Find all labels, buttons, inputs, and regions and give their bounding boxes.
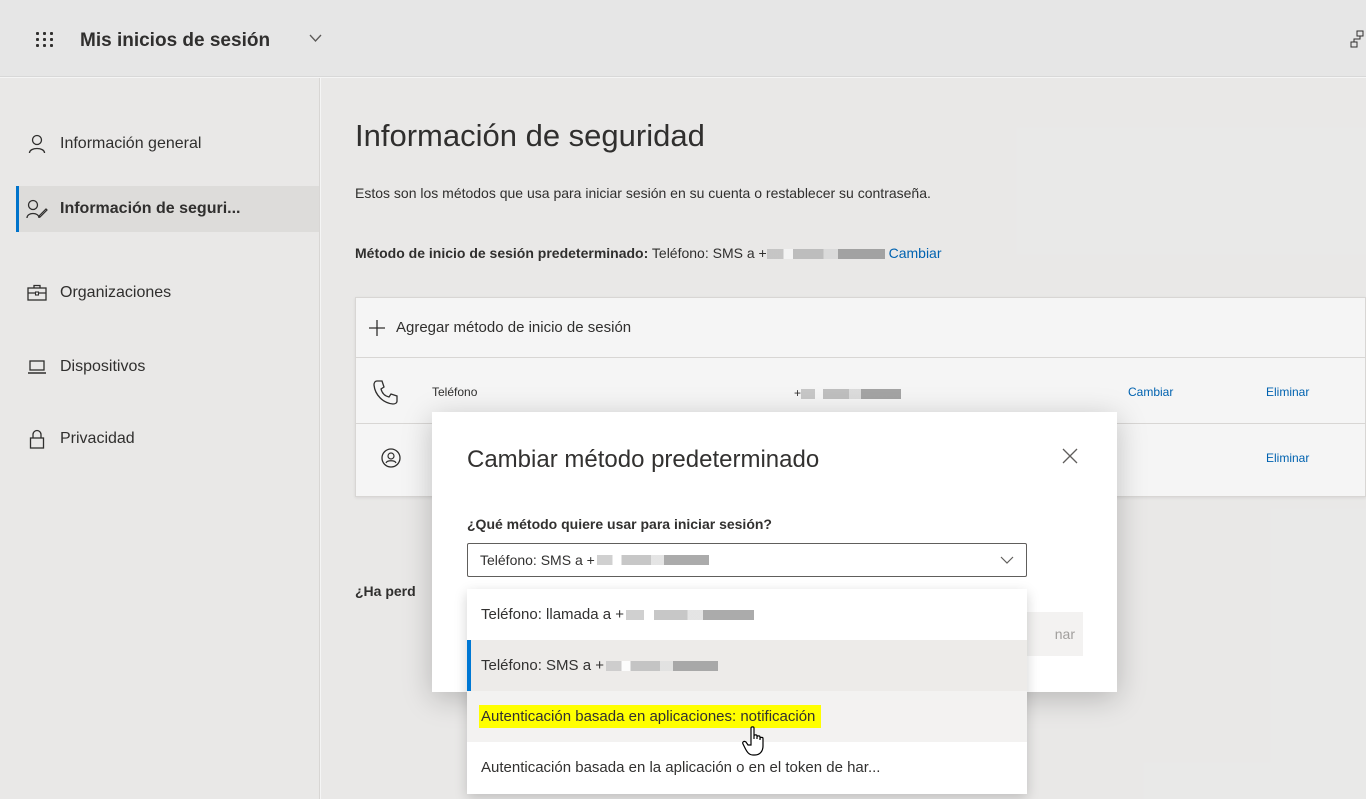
close-icon[interactable]	[1062, 448, 1078, 464]
dropdown-option-sms[interactable]: Teléfono: SMS a +	[467, 640, 1027, 691]
dropdown-option-call[interactable]: Teléfono: llamada a +	[467, 589, 1027, 640]
chevron-down-icon	[1000, 556, 1014, 564]
method-dropdown-list: Teléfono: llamada a + Teléfono: SMS a + …	[467, 589, 1027, 794]
dialog-title: Cambiar método predeterminado	[467, 446, 820, 473]
page: Mis inicios de sesión Información genera…	[0, 0, 1366, 799]
method-select[interactable]: Teléfono: SMS a +	[467, 543, 1027, 577]
hand-cursor-icon	[742, 726, 764, 756]
select-value: Teléfono: SMS a +	[480, 552, 595, 568]
method-question: ¿Qué método quiere usar para iniciar ses…	[467, 516, 772, 532]
